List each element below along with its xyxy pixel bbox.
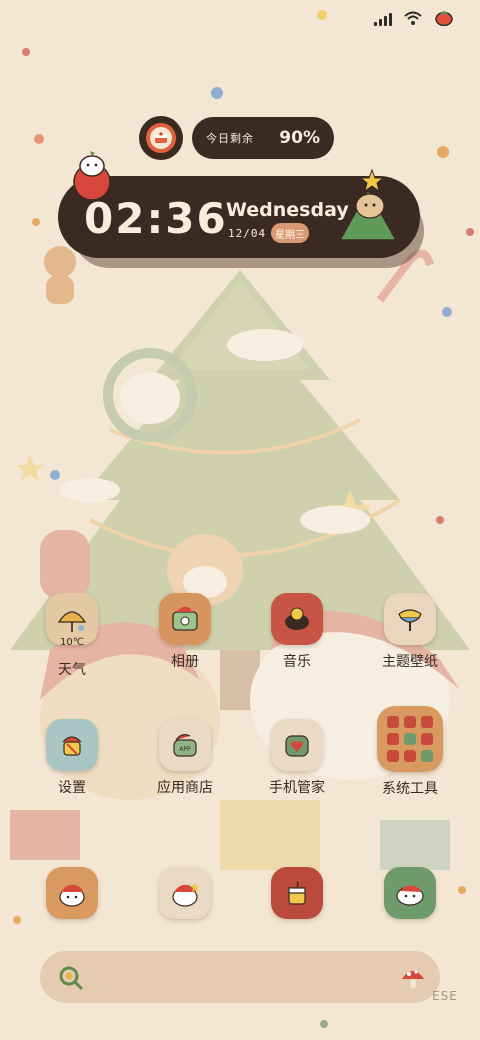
apple-bear-sticker-icon	[66, 150, 118, 206]
battery-widget[interactable]: 今日剩余 90%	[192, 117, 334, 159]
dog-hat-icon	[46, 867, 98, 919]
app-label: 系统工具	[382, 781, 438, 797]
app-app-store[interactable]: APP 应用商店	[140, 719, 230, 797]
app-label: 主题壁纸	[382, 654, 438, 670]
corner-watermark-text: ESE	[432, 989, 458, 1003]
folder-icon	[377, 706, 443, 772]
dock-app-2[interactable]	[140, 867, 230, 919]
app-gallery[interactable]: 相册	[140, 593, 230, 671]
dock-app-1[interactable]	[27, 867, 117, 919]
battery-ring-widget[interactable]	[139, 116, 183, 160]
signal-icon	[374, 12, 392, 26]
app-music[interactable]: 音乐	[252, 593, 342, 671]
app-label: 音乐	[283, 654, 311, 670]
theme-icon	[384, 593, 436, 645]
tomato-icon	[434, 8, 454, 30]
app-label: 应用商店	[157, 780, 213, 796]
status-bar	[374, 8, 454, 30]
app-label: 手机管家	[269, 780, 325, 796]
svg-text:APP: APP	[179, 746, 191, 753]
mushroom-icon[interactable]	[400, 965, 426, 995]
app-weather[interactable]: 10℃ 天气	[27, 593, 117, 679]
app-label: 天气	[58, 662, 86, 678]
app-system-tools[interactable]: 系统工具	[365, 706, 455, 798]
search-bar[interactable]	[40, 951, 440, 1003]
cake-icon	[271, 867, 323, 919]
dock-app-4[interactable]	[365, 867, 455, 919]
dog-hat-icon	[384, 867, 436, 919]
app-phone-manager[interactable]: 手机管家	[252, 719, 342, 797]
battery-label: 今日剩余	[206, 132, 254, 145]
app-settings[interactable]: 设置	[27, 719, 117, 797]
app-store-icon: APP	[159, 719, 211, 771]
wifi-icon	[404, 10, 422, 29]
app-label: 设置	[58, 780, 86, 796]
dock-app-3[interactable]	[252, 867, 342, 919]
dog-hat-icon	[159, 867, 211, 919]
music-icon	[271, 593, 323, 645]
phone-manager-icon	[271, 719, 323, 771]
clock-weekday-badge: 星期三	[271, 223, 309, 243]
clock-date: 12/04	[228, 227, 267, 240]
clock-day: Wednesday	[226, 199, 349, 221]
battery-value: 90%	[279, 128, 320, 148]
cake-icon	[146, 123, 176, 153]
weather-temperature: 10℃	[60, 637, 84, 648]
gallery-icon	[159, 593, 211, 645]
tree-bear-sticker-icon	[336, 166, 400, 248]
app-themes[interactable]: 主题壁纸	[365, 593, 455, 671]
search-icon[interactable]	[58, 965, 84, 995]
app-label: 相册	[171, 654, 199, 670]
settings-icon	[46, 719, 98, 771]
